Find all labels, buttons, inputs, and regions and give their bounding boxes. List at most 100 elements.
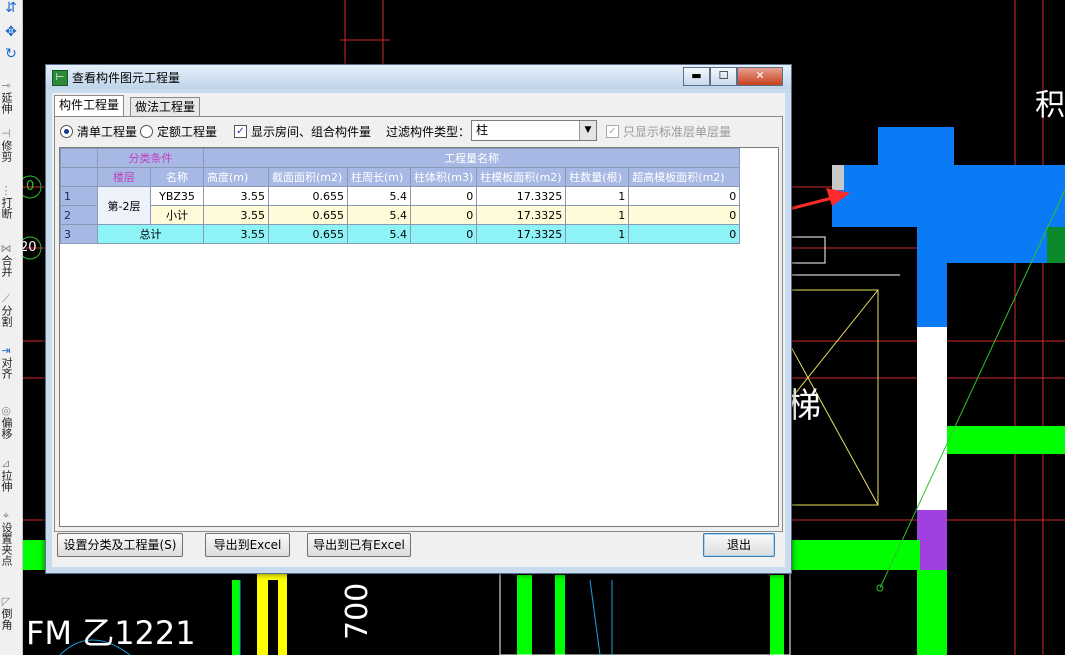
name-cell: YBZ35: [150, 186, 204, 206]
corner-cell-2: [60, 167, 98, 187]
export-excel-button[interactable]: 导出到Excel: [205, 533, 290, 557]
table-row[interactable]: 2 小计 3.55 0.655 5.4 0 17.3325 1 0: [60, 205, 741, 225]
col-volume: 柱体积(m3): [409, 167, 478, 187]
col-formwork-area: 柱模板面积(m2): [476, 167, 567, 187]
toolbar-trim-icon: ⊣: [1, 127, 11, 140]
radio-list-quantity[interactable]: 清单工程量: [60, 123, 137, 140]
toolbar-split[interactable]: ⟋ 分割: [0, 292, 13, 330]
formwork-area-cell: 17.3325: [476, 186, 567, 206]
overheight-area-cell: 0: [628, 224, 741, 244]
check-standard-floor-label: 只显示标准层单层量: [623, 125, 732, 139]
toolbar-trim-label: 修剪: [0, 140, 13, 162]
toolbar-grip-label: 设置夹点: [0, 522, 13, 566]
col-floor: 楼层: [97, 167, 151, 187]
row-number: 2: [60, 205, 98, 225]
blue-column-body: [832, 165, 1065, 227]
toolbar-icon-rotate[interactable]: ↻: [0, 47, 22, 61]
cad-label-fm: FM 乙1221: [26, 614, 196, 652]
toolbar-grip-icon: ⌖: [2, 509, 10, 522]
check-standard-floor-box: ✓: [606, 125, 619, 138]
radio-quota-quantity[interactable]: 定额工程量: [140, 123, 217, 140]
chevron-down-icon[interactable]: ▼: [579, 121, 596, 140]
formwork-area-cell: 17.3325: [476, 224, 567, 244]
blue-column-side: [917, 227, 947, 327]
radio-list-label: 清单工程量: [77, 125, 138, 139]
total-label: 总计: [97, 224, 204, 244]
cad-label-ji: 积: [1035, 88, 1065, 123]
table-row[interactable]: 3 总计 3.55 0.655 5.4 0 17.3325 1 0: [60, 224, 741, 244]
toolbar-extend-icon: ⊸: [1, 79, 11, 92]
group-header: 分类条件: [97, 148, 204, 168]
toolbar-align-label: 对齐: [0, 357, 13, 379]
volume-cell: 0: [409, 224, 478, 244]
toolbar-offset[interactable]: ◎ 偏移: [0, 404, 13, 442]
exit-button[interactable]: 退出: [703, 533, 775, 557]
tab-component-quantity[interactable]: 构件工程量: [54, 95, 125, 116]
toolbar-stretch[interactable]: ⊿ 拉伸: [0, 457, 13, 495]
toolbar-offset-label: 偏移: [0, 417, 13, 439]
setup-classification-button[interactable]: 设置分类及工程量(S): [57, 533, 183, 557]
col-height: 高度(m): [203, 167, 269, 187]
height-cell: 3.55: [203, 205, 269, 225]
toolbar-icon-top[interactable]: ⇵: [0, 1, 22, 15]
toolbar-chamfer-label: 倒角: [0, 608, 13, 630]
toolbar-chamfer-icon: ◸: [1, 595, 11, 608]
count-cell: 1: [565, 205, 630, 225]
col-perimeter: 柱周长(m): [347, 167, 411, 187]
overheight-area-cell: 0: [628, 186, 741, 206]
toolbar-extend[interactable]: ⊸ 延伸: [0, 79, 13, 117]
toolbar-stretch-label: 拉伸: [0, 470, 13, 492]
quantity-dialog: ⊢ 查看构件图元工程量 ▬ ☐ ✕ 构件工程量 做法工程量 清单工程量 定额工程…: [45, 64, 792, 574]
toolbar-split-icon: ⟋: [2, 292, 10, 305]
maximize-button[interactable]: ☐: [710, 67, 737, 86]
minimize-button[interactable]: ▬: [683, 67, 710, 86]
filter-type-value: 柱: [476, 123, 489, 137]
white-column: [917, 327, 947, 510]
perimeter-cell: 5.4: [347, 186, 411, 206]
export-existing-excel-button[interactable]: 导出到已有Excel: [307, 533, 411, 557]
check-show-rooms[interactable]: ✓ 显示房间、组合构件量: [234, 123, 371, 140]
toolbar-chamfer[interactable]: ◸ 倒角: [0, 595, 13, 633]
quantity-grid[interactable]: 分类条件 工程量名称 楼层 名称 高度(m) 截面面积(m2) 柱周长(m) 柱…: [59, 147, 779, 527]
toolbar-merge-label: 合并: [0, 255, 13, 277]
toolbar-icon-move[interactable]: ✥: [0, 25, 22, 39]
volume-cell: 0: [409, 186, 478, 206]
toolbar-align[interactable]: ⇥ 对齐: [0, 344, 13, 382]
purple-block: [917, 510, 947, 570]
toolbar-merge-icon: ⋈: [0, 242, 12, 255]
toolbar-extend-label: 延伸: [0, 92, 13, 114]
toolbar-break-icon: ⋮: [0, 184, 12, 197]
radio-quota-indicator: [140, 125, 153, 138]
toolbar-break[interactable]: ⋮ 打断: [0, 184, 13, 222]
perimeter-cell: 5.4: [347, 205, 411, 225]
section-area-cell: 0.655: [268, 205, 348, 225]
filter-type-select[interactable]: 柱 ▼: [471, 120, 597, 141]
volume-cell: 0: [409, 205, 478, 225]
dialog-titlebar[interactable]: ⊢ 查看构件图元工程量 ▬ ☐ ✕: [46, 65, 791, 89]
toolbar-grip[interactable]: ⌖ 设置夹点: [0, 509, 13, 569]
toolbar-offset-icon: ◎: [1, 404, 11, 417]
green-block: [1047, 227, 1065, 263]
radio-quota-label: 定额工程量: [157, 125, 218, 139]
row-number: 1: [60, 186, 98, 206]
name-cell: 小计: [150, 205, 204, 225]
dialog-title: 查看构件图元工程量: [72, 71, 181, 85]
col-count: 柱数量(根): [565, 167, 630, 187]
toolbar-trim[interactable]: ⊣ 修剪: [0, 127, 13, 165]
height-cell: 3.55: [203, 224, 269, 244]
toolbar-align-icon: ⇥: [1, 344, 11, 357]
row-number: 3: [60, 224, 98, 244]
floor-cell: 第-2层: [97, 186, 151, 225]
left-toolbar: ⇵ ✥ ↻ ⊸ 延伸 ⊣ 修剪 ⋮ 打断 ⋈ 合并 ⟋ 分割 ⇥ 对齐 ◎ 偏移 ⊿ 拉伸 ⌖ 设…: [0, 0, 23, 655]
tab-method-quantity[interactable]: 做法工程量: [130, 97, 201, 116]
table-row[interactable]: 1 第-2层 YBZ35 3.55 0.655 5.4 0 17.3325 1 …: [60, 186, 741, 225]
qty-header: 工程量名称: [202, 148, 741, 168]
filter-label: 过滤构件类型：: [386, 125, 471, 139]
toolbar-merge[interactable]: ⋈ 合并: [0, 242, 13, 280]
axis-label-1: 0: [26, 179, 35, 194]
check-show-rooms-box: ✓: [234, 125, 247, 138]
toolbar-split-label: 分割: [0, 305, 13, 327]
close-button[interactable]: ✕: [737, 67, 783, 86]
corner-cell: [60, 148, 98, 168]
toolbar-stretch-icon: ⊿: [1, 457, 11, 470]
